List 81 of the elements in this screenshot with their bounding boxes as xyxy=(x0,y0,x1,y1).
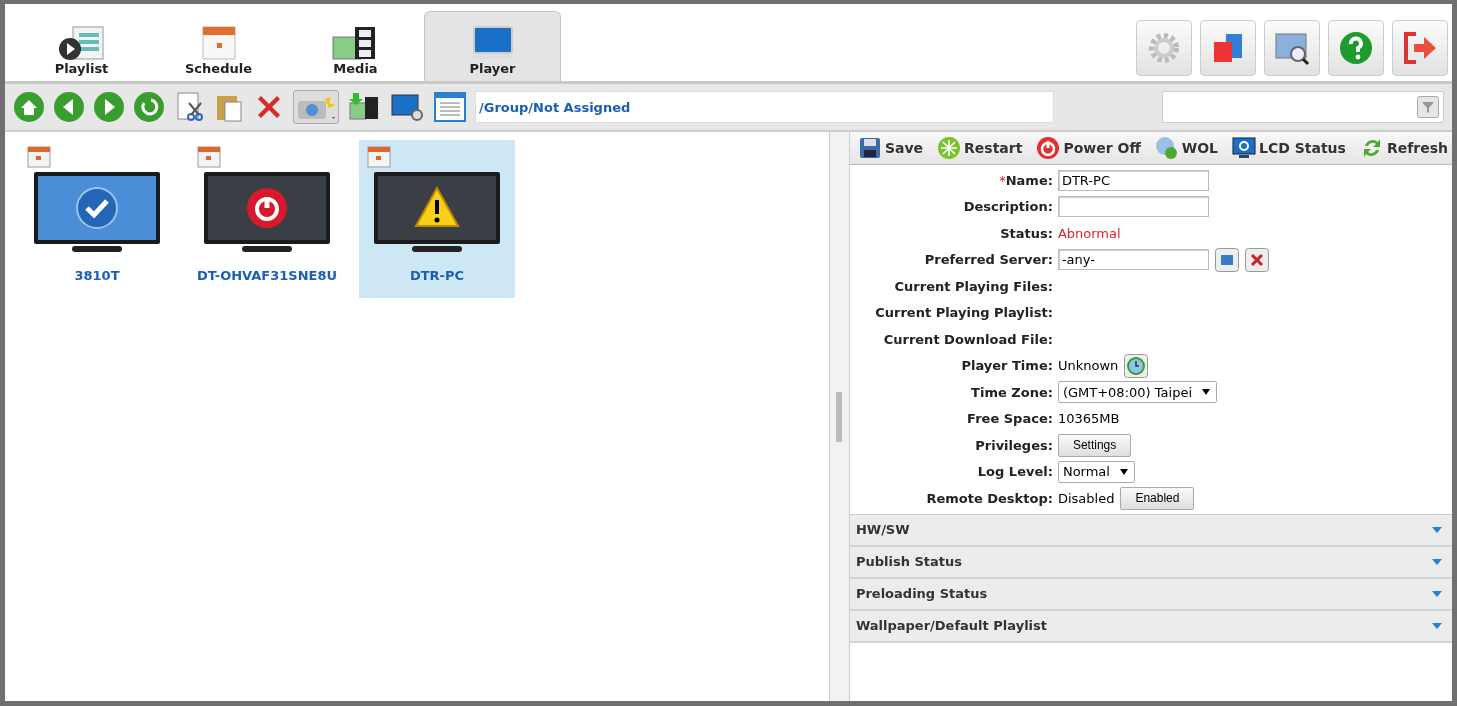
clear-icon[interactable] xyxy=(1244,247,1269,272)
schedule-icon xyxy=(27,146,51,168)
snapshot-button[interactable] xyxy=(293,90,339,124)
player-item[interactable]: DTR-PC xyxy=(359,140,515,298)
monitor-check-icon xyxy=(32,170,162,254)
player-item[interactable]: DT-OHVAF31SNE8U xyxy=(189,140,345,298)
status-value: Abnormal xyxy=(1057,225,1121,241)
filter-field[interactable] xyxy=(1162,91,1444,123)
field-value: Unknown xyxy=(1057,358,1119,374)
field-label: Current Playing Files: xyxy=(893,278,1054,294)
action-button[interactable]: LCD Status xyxy=(1228,136,1350,160)
path-field[interactable]: /Group/Not Assigned xyxy=(475,91,1054,123)
burst-icon xyxy=(937,136,962,160)
action-button[interactable]: Restart xyxy=(933,136,1027,160)
field-value: 10365MB xyxy=(1057,411,1120,427)
form-button[interactable]: Enabled xyxy=(1120,486,1195,510)
expand-arrow-icon xyxy=(1432,558,1442,565)
download-film-icon[interactable] xyxy=(347,91,381,123)
action-button[interactable]: Save xyxy=(853,136,928,160)
nav-tab[interactable]: Playlist xyxy=(13,11,150,81)
back-icon[interactable] xyxy=(53,91,85,123)
player-name: DTR-PC xyxy=(409,268,465,283)
player-item[interactable]: 3810T xyxy=(19,140,175,298)
logout-button[interactable] xyxy=(1392,20,1448,76)
nav-tab[interactable]: Media xyxy=(287,11,424,81)
text-field[interactable]: DTR-PC xyxy=(1057,169,1209,191)
monitor-search-button[interactable] xyxy=(1264,20,1320,76)
field-label: Player Time: xyxy=(960,358,1054,374)
field-label: Remote Desktop: xyxy=(925,490,1054,506)
forward-icon[interactable] xyxy=(93,91,125,123)
field-label: Current Download File: xyxy=(882,331,1054,347)
field-label: Status: xyxy=(999,225,1054,241)
field-label: Description: xyxy=(962,199,1054,215)
collapsible-section[interactable]: Wallpaper/Default Playlist xyxy=(849,610,1452,643)
collapsible-section[interactable]: Preloading Status xyxy=(849,578,1452,611)
field-label: *Name: xyxy=(998,172,1054,188)
field-label: Current Playing Playlist: xyxy=(874,305,1054,321)
browse-server-icon[interactable] xyxy=(1214,247,1239,272)
help-icon xyxy=(1338,30,1374,66)
expand-arrow-icon xyxy=(1432,590,1442,597)
player-name: 3810T xyxy=(74,268,120,283)
action-button[interactable]: Refresh xyxy=(1355,136,1452,160)
clock-sync-icon[interactable] xyxy=(1124,353,1149,378)
field-value: Disabled xyxy=(1057,490,1115,506)
help-button[interactable] xyxy=(1328,20,1384,76)
filter-icon[interactable] xyxy=(1417,96,1439,118)
form-button[interactable]: Settings xyxy=(1057,433,1132,457)
refresh-icon[interactable] xyxy=(133,91,165,123)
player-name: DT-OHVAF31SNE8U xyxy=(197,268,337,283)
action-button[interactable]: WOL xyxy=(1150,136,1222,160)
globe-power-icon xyxy=(1154,136,1179,160)
alarm-screens-button[interactable] xyxy=(1200,20,1256,76)
power-icon xyxy=(1036,136,1061,160)
home-icon[interactable] xyxy=(13,91,45,123)
text-field[interactable] xyxy=(1057,196,1209,218)
field-label: Free Space: xyxy=(966,411,1054,427)
expand-arrow-icon xyxy=(1432,526,1442,533)
dropdown-arrow-icon xyxy=(1202,389,1210,396)
nav-tab[interactable]: Player xyxy=(424,11,561,81)
monitor-magnifier-icon xyxy=(1272,30,1312,66)
monitor-power-icon xyxy=(202,170,332,254)
field-label: Privileges: xyxy=(974,437,1054,453)
expand-arrow-icon xyxy=(1432,622,1442,629)
schedule-icon xyxy=(367,146,391,168)
dropdown-arrow-icon xyxy=(1119,468,1128,475)
collapsible-section[interactable]: HW/SW xyxy=(849,514,1452,547)
field-label: Time Zone: xyxy=(970,384,1054,400)
dropdown[interactable]: Normal xyxy=(1057,460,1135,483)
settings-icon xyxy=(1146,30,1182,66)
dropdown[interactable]: (GMT+08:00) Taipei xyxy=(1057,381,1217,404)
text-field[interactable]: -any- xyxy=(1057,249,1209,271)
nav-tab[interactable]: Schedule xyxy=(150,11,287,81)
field-label: Preferred Server: xyxy=(923,252,1054,268)
monitor-warning-icon xyxy=(372,170,502,254)
schedule-icon xyxy=(197,146,221,168)
field-label: Log Level: xyxy=(976,464,1054,480)
monitor-gear-icon[interactable] xyxy=(389,91,425,123)
monitor-refresh-icon xyxy=(1232,136,1256,160)
list-view-icon[interactable] xyxy=(433,91,467,123)
collapsible-section[interactable]: Publish Status xyxy=(849,546,1452,579)
action-button[interactable]: Power Off xyxy=(1032,136,1145,160)
